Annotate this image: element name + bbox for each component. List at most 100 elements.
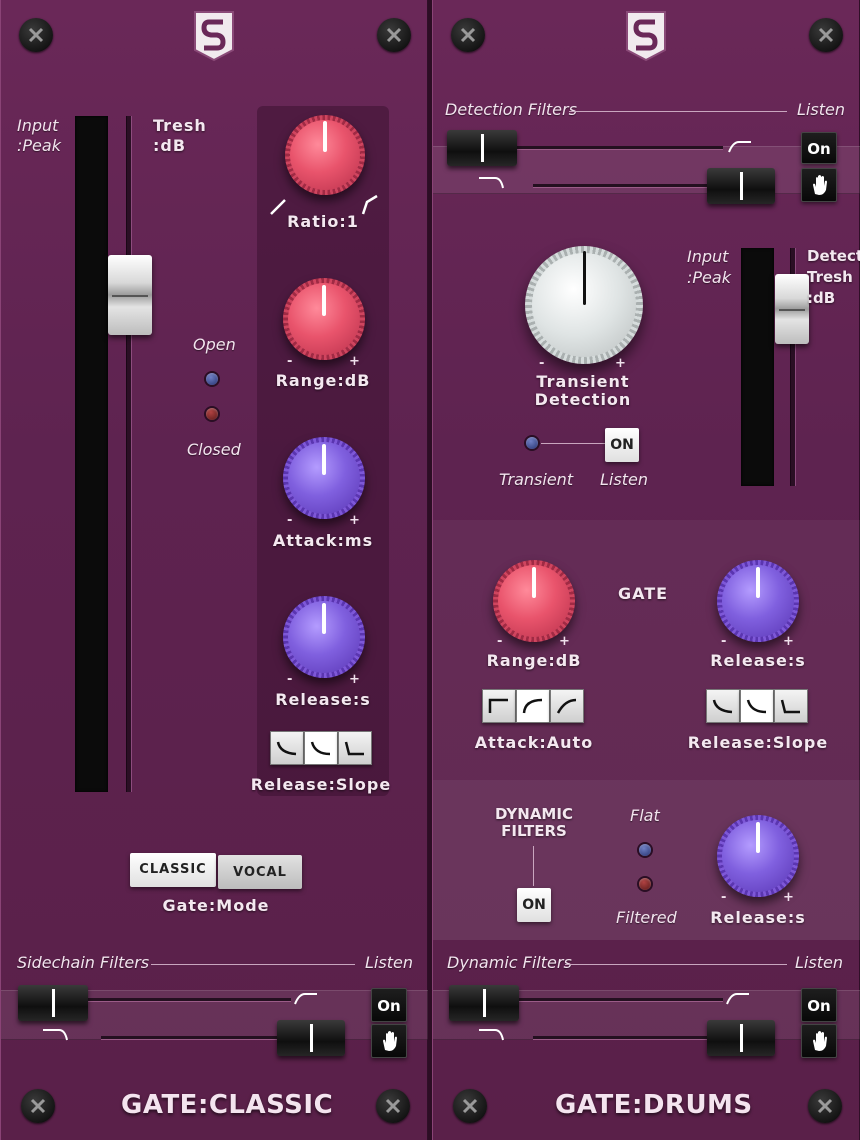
gate-release-knob[interactable] <box>717 560 799 642</box>
detection-lowpass-fader[interactable] <box>707 168 775 204</box>
detect-tresh-label: Detect Tresh :dB <box>807 247 860 307</box>
panel-title: GATE:DRUMS <box>555 1090 753 1120</box>
detection-lowpass-rail <box>533 184 725 188</box>
attack-max-label: + <box>349 513 360 528</box>
screw-icon <box>377 18 411 52</box>
detection-on-button[interactable]: On <box>801 132 837 164</box>
sidechain-filters-label: Sidechain Filters <box>17 953 150 972</box>
lowpass-curve-icon <box>726 993 749 1005</box>
release-min-label: - <box>287 672 293 687</box>
dynamic-filters-label: DYNAMIC FILTERS <box>495 805 573 840</box>
input-peak-meter <box>75 116 108 792</box>
attack-label: Attack:ms <box>272 531 374 550</box>
gate-classic-panel: Input :Peak Tresh :dB Open Closed Ratio:… <box>0 0 429 1140</box>
dynamic-filters-connector <box>533 846 534 886</box>
dynamic-divider <box>565 964 787 965</box>
release-label: Release:s <box>275 690 371 709</box>
detect-threshold-fader[interactable] <box>775 274 809 344</box>
dynamic-highpass-fader[interactable] <box>449 985 519 1021</box>
slope-medium-button[interactable] <box>740 689 774 723</box>
screw-icon <box>453 1089 487 1123</box>
range-label: Range:dB <box>275 371 371 390</box>
filtered-led-icon <box>639 878 651 890</box>
closed-led-icon <box>206 408 218 420</box>
plugin-window: Input :Peak Tresh :dB Open Closed Ratio:… <box>0 0 860 1140</box>
gate-range-knob[interactable] <box>493 560 575 642</box>
hand-icon <box>813 1031 827 1051</box>
mode-classic-button[interactable]: CLASSIC <box>130 853 216 887</box>
lowpass-curve-icon <box>728 141 751 153</box>
tresh-db-label: Tresh :dB <box>153 116 207 155</box>
sidechain-lowpass-fader[interactable] <box>277 1020 345 1056</box>
dynamic-release-min-label: - <box>721 890 727 905</box>
filtered-label: Filtered <box>616 908 677 927</box>
gate-range-min-label: - <box>497 634 503 649</box>
dynamic-filters-bottom-label: Dynamic Filters <box>447 953 572 972</box>
slope-hard-button[interactable] <box>338 731 372 765</box>
dynamic-release-knob[interactable] <box>717 815 799 897</box>
release-slope-selector <box>270 731 372 765</box>
input-peak-label: Input :Peak <box>687 247 731 287</box>
threshold-fader[interactable] <box>108 255 152 335</box>
gate-release-slope-selector <box>706 689 808 723</box>
lowpass-rail <box>101 1036 293 1040</box>
sidechain-listen-button[interactable] <box>371 1024 407 1058</box>
transient-listen-on-button[interactable]: ON <box>605 428 639 462</box>
range-knob[interactable] <box>283 278 365 360</box>
slope-soft-button[interactable] <box>706 689 740 723</box>
dynamic-listen-label: Listen <box>795 953 843 972</box>
slope-medium-button[interactable] <box>304 731 338 765</box>
screw-icon <box>376 1089 410 1123</box>
mode-vocal-button[interactable]: VOCAL <box>218 855 302 889</box>
open-label: Open <box>193 335 236 354</box>
gate-label: GATE <box>617 584 669 603</box>
screw-icon <box>808 1089 842 1123</box>
screw-icon <box>451 18 485 52</box>
highpass-rail <box>81 998 291 1002</box>
dynamic-listen-button[interactable] <box>801 1024 837 1058</box>
transient-connector <box>541 443 605 444</box>
sidechain-on-button[interactable]: On <box>371 988 407 1022</box>
flat-led-icon <box>639 844 651 856</box>
release-knob[interactable] <box>283 596 365 678</box>
sidechain-divider <box>151 964 355 965</box>
transient-max-label: + <box>615 356 626 371</box>
detection-listen-button[interactable] <box>801 168 837 202</box>
detection-highpass-fader[interactable] <box>447 130 517 166</box>
transient-detection-knob[interactable] <box>525 246 643 364</box>
transient-led-icon <box>526 437 538 449</box>
attack-square-button[interactable] <box>482 689 516 723</box>
highpass-curve-icon <box>479 1029 504 1041</box>
slate-logo-icon <box>623 10 669 62</box>
gate-range-label: Range:dB <box>486 651 582 670</box>
attack-medium-button[interactable] <box>516 689 550 723</box>
hand-icon <box>813 175 827 195</box>
ratio-knob[interactable] <box>285 115 365 195</box>
range-max-label: + <box>349 354 360 369</box>
detection-listen-label: Listen <box>797 100 845 119</box>
sidechain-highpass-fader[interactable] <box>18 985 88 1021</box>
dynamic-filters-on-button[interactable]: ON <box>517 888 551 922</box>
attack-auto-label: Attack:Auto <box>474 733 594 752</box>
dynamic-lowpass-fader[interactable] <box>707 1020 775 1056</box>
attack-min-label: - <box>287 513 293 528</box>
slope-soft-button[interactable] <box>270 731 304 765</box>
screw-icon <box>21 1089 55 1123</box>
ratio-label: Ratio:1 <box>287 212 359 231</box>
slope-hard-button[interactable] <box>774 689 808 723</box>
attack-knob[interactable] <box>283 437 365 519</box>
gate-release-min-label: - <box>721 634 727 649</box>
detection-highpass-rail <box>513 146 723 150</box>
transient-label: Transient <box>499 470 574 489</box>
gate-release-slope-label: Release:Slope <box>687 733 829 752</box>
highpass-curve-icon <box>479 177 504 189</box>
input-peak-label: Input :Peak <box>17 116 61 155</box>
input-peak-meter <box>741 248 774 486</box>
dynamic-lowpass-rail <box>533 1036 725 1040</box>
dynamic-on-button[interactable]: On <box>801 988 837 1022</box>
detection-filters-label: Detection Filters <box>445 100 577 119</box>
attack-soft-button[interactable] <box>550 689 584 723</box>
panel-title: GATE:CLASSIC <box>121 1090 334 1120</box>
dynamic-highpass-rail <box>513 998 723 1002</box>
gate-drums-panel: Detection Filters Listen On - + Transien… <box>432 0 860 1140</box>
